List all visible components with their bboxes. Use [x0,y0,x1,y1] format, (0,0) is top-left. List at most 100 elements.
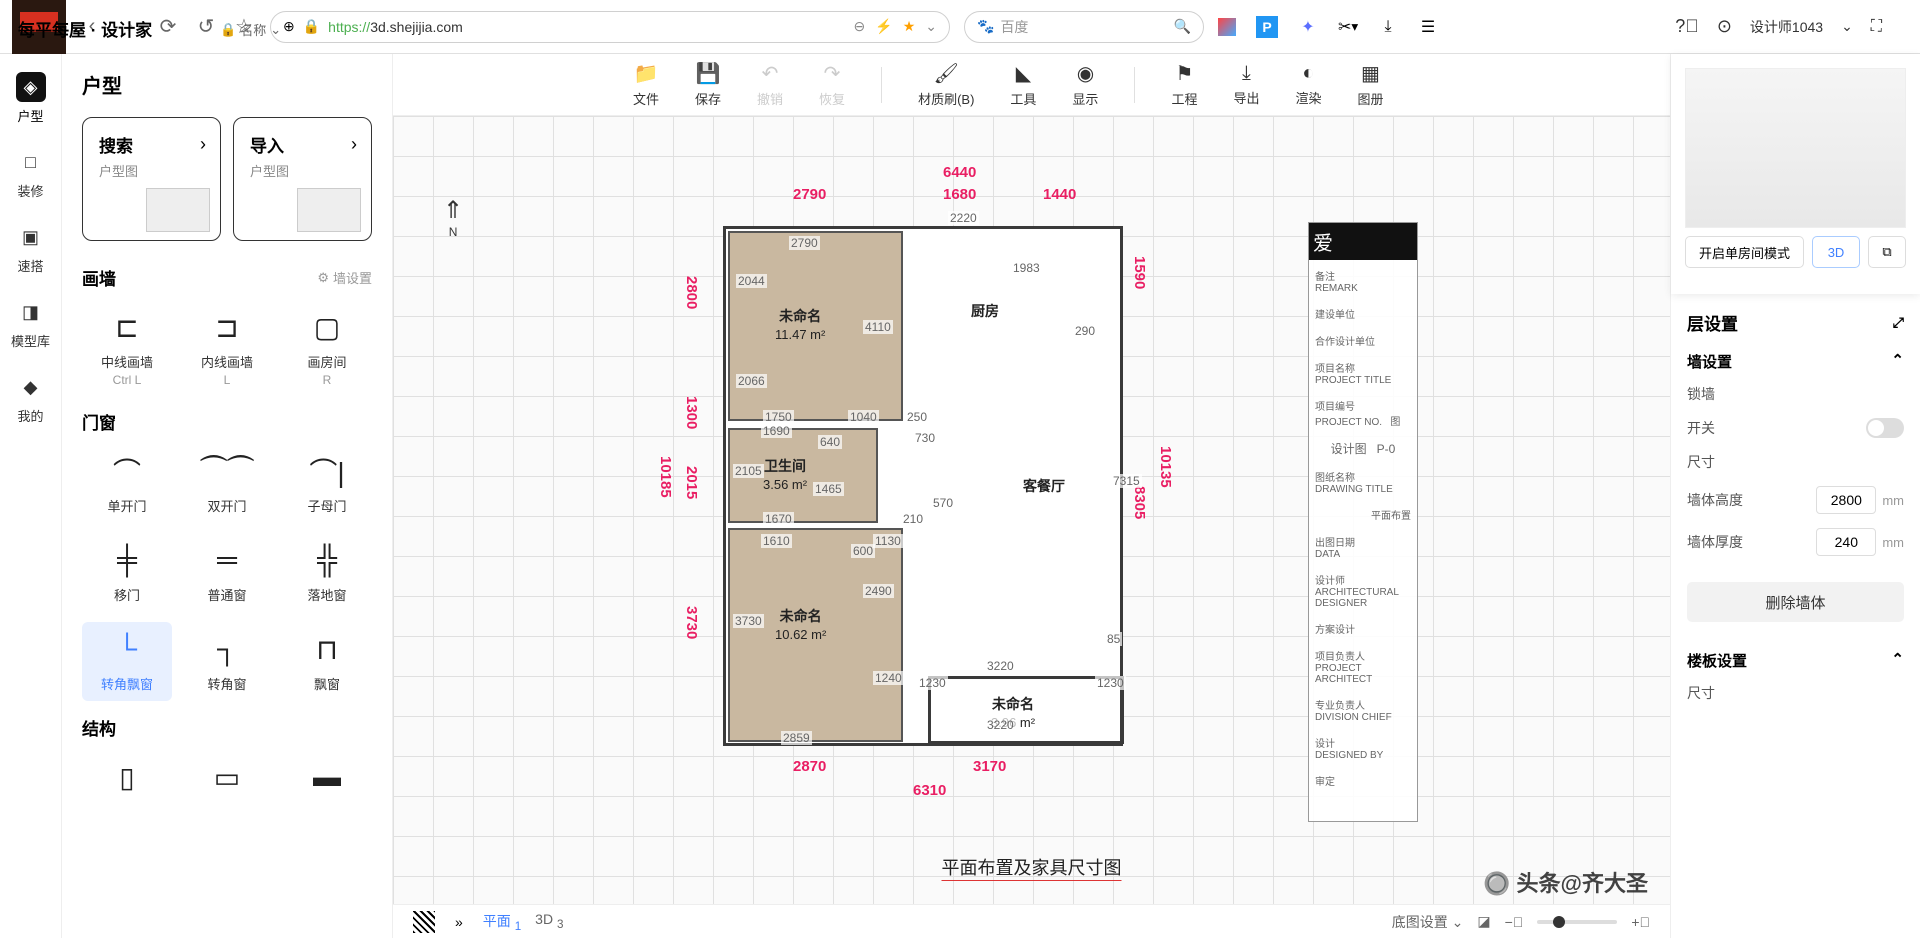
dim-label: 6440 [943,164,976,181]
tb-save[interactable]: 💾保存 [695,61,721,108]
dim-label: 2800 [683,276,700,309]
tb-file[interactable]: 📁文件 [633,61,659,108]
tb-export[interactable]: ⤓导出 [1233,62,1259,107]
door-icon: ⌒ [105,452,149,490]
search-plan-card[interactable]: 搜索 户型图 › [82,117,221,241]
dim-label: 1690 [761,424,792,438]
zoom-out-button[interactable]: −⃝ [1505,914,1524,930]
chevron-down-icon[interactable]: ⌄ [925,18,937,35]
tb-album[interactable]: ▦图册 [1357,61,1383,108]
star-button[interactable]: ☆ [232,15,256,39]
tool-single-door[interactable]: ⌒单开门 [82,444,172,523]
single-room-button[interactable]: 开启单房间模式 [1685,236,1804,268]
wall-thickness-input[interactable] [1816,528,1876,556]
tool-corner-baywindow[interactable]: └转角飘窗 [82,622,172,701]
tool-slide-door[interactable]: ╪移门 [82,533,172,612]
menu-icon[interactable]: ☰ [1418,17,1438,37]
search-bar[interactable]: 🐾 百度 🔍 [964,11,1204,43]
footer-texture-icon[interactable] [413,911,435,933]
tool-corner-window[interactable]: ┐转角窗 [182,622,272,701]
undo-nav-button[interactable]: ↺ [194,15,218,39]
ext-bird-icon[interactable]: ✦ [1298,17,1318,37]
tb-redo[interactable]: ↷恢复 [819,61,845,108]
dim-label: 1040 [848,410,879,424]
zoom-in-button[interactable]: +⃝ [1631,914,1650,930]
view-2d[interactable]: 平面 1 [483,911,521,933]
tb-display[interactable]: ◉显示 [1072,61,1098,108]
ext-p-icon[interactable]: P [1256,16,1278,38]
toggle-icon[interactable]: ◪ [1477,913,1490,930]
display-icon: ◉ [1077,61,1094,86]
wall-thickness-label: 墙体厚度 [1687,532,1743,552]
floor-plan[interactable]: 6440 2790 1680 1440 2800 1300 2015 3730 … [713,166,1253,886]
size-label: 尺寸 [1687,452,1715,472]
save-icon: 💾 [696,61,721,86]
reload-button[interactable]: ⟳ [156,15,180,39]
baidu-icon: 🐾 [977,18,994,35]
tool-floor-window[interactable]: ╬落地窗 [282,533,372,612]
dim-label: 1440 [1043,186,1076,203]
dim-label: 10135 [1157,446,1174,488]
dim-label: 640 [818,435,842,449]
tool-window[interactable]: ═普通窗 [182,533,272,612]
download-icon[interactable]: ⤓ [1378,17,1398,37]
forward-button[interactable]: › [118,15,142,39]
tb-tools[interactable]: ◣工具 [1010,61,1036,108]
canvas[interactable]: ⇑N 6440 2790 1680 1440 2800 1300 2015 37… [393,116,1670,904]
tool-centerline-wall[interactable]: ⊏中线画墙Ctrl L [82,300,172,395]
layer-settings-header[interactable]: 层设置⤢ [1687,310,1904,335]
3d-button[interactable]: 3D [1812,236,1860,268]
ext-grid-icon[interactable] [1218,18,1236,36]
import-plan-card[interactable]: 导入 户型图 › [233,117,372,241]
tool-draw-room[interactable]: ▢画房间R [282,300,372,395]
chevron-right-icon: › [200,134,206,155]
wall-height-input[interactable] [1816,486,1876,514]
zoom-slider[interactable] [1537,920,1617,924]
wall-icon: ⊐ [205,308,249,346]
tb-project[interactable]: ⚑工程 [1171,61,1197,108]
tool-struct-3[interactable]: ▬ [282,750,372,804]
dim-label: 85 [1105,632,1122,646]
dim-label: 2066 [736,374,767,388]
url-bar[interactable]: ⊕ 🔒 https://3d.shejijia.com ⊖ ⚡ ★ ⌄ [270,11,950,43]
render-icon: ◐ [1302,62,1314,85]
nav-decorate[interactable]: □装修 [16,147,46,200]
delete-wall-button[interactable]: 删除墙体 [1687,582,1904,622]
watermark: 🔘 头条@齐大圣 [1483,866,1648,898]
tool-struct-2[interactable]: ▭ [182,750,272,804]
nav-floorplan[interactable]: ◈户型 [16,72,46,125]
favorite-icon[interactable]: ★ [903,18,916,35]
flash-icon[interactable]: ⚡ [875,18,892,35]
dim-label: 1230 [1095,676,1126,690]
search-icon[interactable]: 🔍 [1174,18,1191,35]
dim-label: 1590 [1131,256,1148,289]
tb-render[interactable]: ◐渲染 [1295,62,1321,107]
tool-baywindow[interactable]: ⊓飘窗 [282,622,372,701]
lock-wall-toggle[interactable] [1866,418,1904,438]
tool-struct-1[interactable]: ▯ [82,750,172,804]
scissors-icon[interactable]: ✂▾ [1338,17,1358,37]
preview-viewport[interactable] [1685,68,1906,228]
wall-settings-header[interactable]: 墙设置⌃ [1687,351,1904,372]
tool-zimu-door[interactable]: ⌒|子母门 [282,444,372,523]
basemap-settings[interactable]: 底图设置 ⌄ [1392,912,1464,932]
tool-innerline-wall[interactable]: ⊐内线画墙L [182,300,272,395]
unit-label: mm [1882,493,1904,508]
nav-models[interactable]: ◨模型库 [11,297,50,350]
nav-quickbuild[interactable]: ▣速搭 [16,222,46,275]
view-3d[interactable]: 3D 3 [535,911,563,933]
back-button[interactable]: ‹ [80,15,104,39]
footer-chevron-icon[interactable]: » [455,914,463,930]
tool-double-door[interactable]: ⏜⏜双开门 [182,444,272,523]
wall-settings-link[interactable]: ⚙ 墙设置 [317,268,372,287]
dim-label: 1130 [873,534,903,548]
dim-label: 10185 [657,456,674,498]
nav-mine[interactable]: ◆我的 [16,372,46,425]
floor-settings-header[interactable]: 楼板设置⌃ [1687,650,1904,671]
tb-material[interactable]: 🖌材质刷(B) [918,61,974,108]
struct-icon: ▬ [305,758,349,796]
expand-icon[interactable]: ⧉ [1868,236,1906,268]
zoom-out-icon[interactable]: ⊖ [854,18,866,35]
tb-undo[interactable]: ↶撤销 [757,61,783,108]
main-toolbar: 📁文件 💾保存 ↶撤销 ↷恢复 🖌材质刷(B) ◣工具 ◉显示 ⚑工程 ⤓导出 … [393,54,1670,116]
